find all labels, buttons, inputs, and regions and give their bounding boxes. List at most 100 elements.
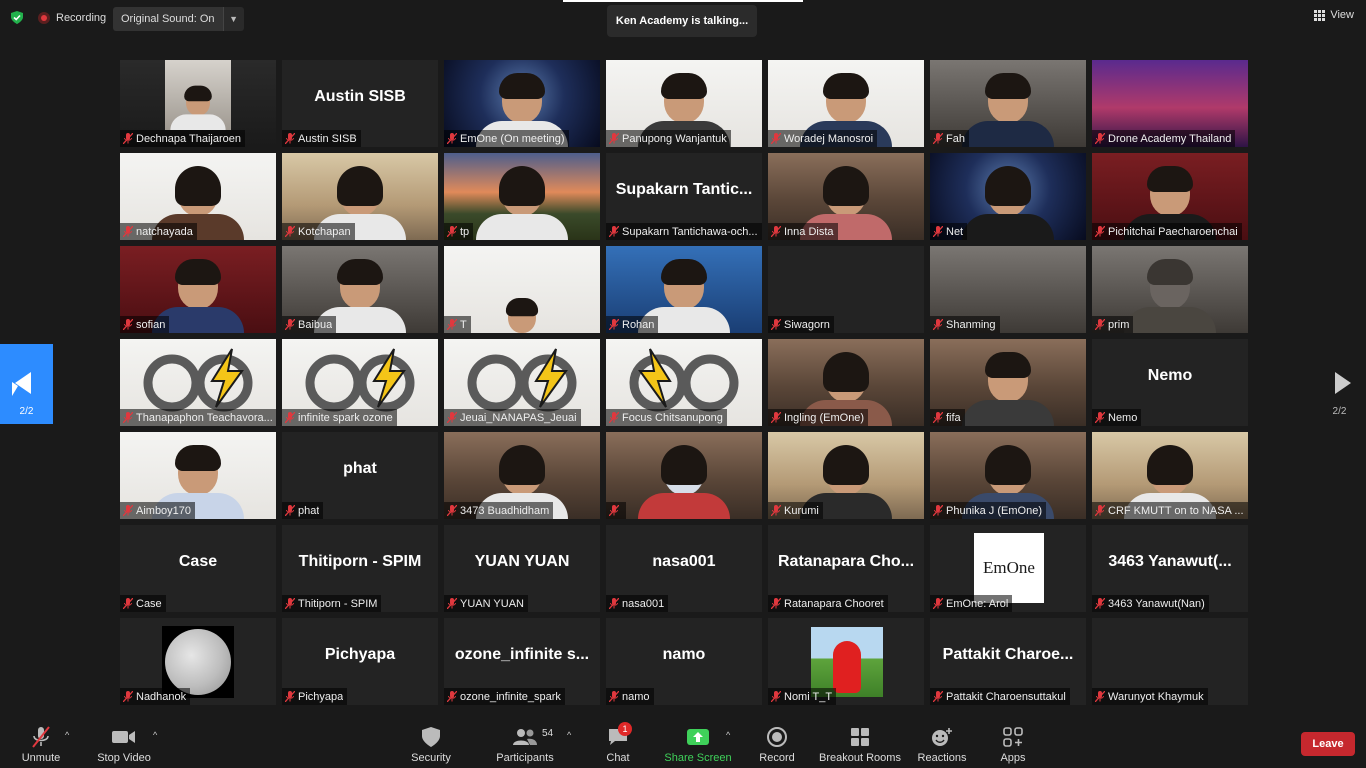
reactions-button[interactable]: Reactions — [918, 726, 966, 766]
participant-tile[interactable]: Net — [930, 153, 1086, 240]
participant-tile[interactable] — [606, 432, 762, 519]
active-speaker-banner: Ken Academy is talking... — [607, 5, 757, 37]
participant-tile[interactable]: T — [444, 246, 600, 333]
participant-tile[interactable]: Nomi T_T — [768, 618, 924, 705]
participant-tile[interactable]: Pichyapa Pichyapa — [282, 618, 438, 705]
share-options-caret-icon[interactable]: ^ — [726, 730, 730, 740]
previous-page-button[interactable]: 2/2 — [0, 344, 53, 424]
participant-tile[interactable]: Panupong Wanjantuk — [606, 60, 762, 147]
participant-tile[interactable]: CRF KMUTT on to NASA ... — [1092, 432, 1248, 519]
muted-mic-icon — [285, 319, 295, 330]
participant-tile[interactable]: Dechnapa Thaijaroen — [120, 60, 276, 147]
participant-tile[interactable]: 3473 Buadhidham — [444, 432, 600, 519]
original-sound-label[interactable]: Original Sound: On — [113, 7, 223, 31]
participant-name: tp — [460, 225, 470, 238]
leave-meeting-button[interactable]: Leave — [1301, 732, 1355, 756]
participant-tile[interactable]: Warunyot Khaymuk — [1092, 618, 1248, 705]
participant-tile[interactable]: Ratanapara Cho... Ratanapara Chooret — [768, 525, 924, 612]
participant-name: Aimboy170 — [136, 504, 192, 517]
participant-tile[interactable]: EmOne (On meeting) — [444, 60, 600, 147]
participant-tile[interactable]: Woradej Manosroi — [768, 60, 924, 147]
participant-tile[interactable]: Fah — [930, 60, 1086, 147]
stop-video-button[interactable]: Stop Video — [96, 726, 152, 766]
participant-name-bar: Focus Chitsanupong — [606, 409, 727, 426]
participant-tile[interactable]: Inna Dista — [768, 153, 924, 240]
muted-mic-icon — [933, 598, 943, 609]
participant-tile[interactable]: YUAN YUAN YUAN YUAN — [444, 525, 600, 612]
record-button[interactable]: Record — [759, 726, 795, 766]
participant-name-bar: Shanming — [930, 316, 1000, 333]
participant-tile[interactable]: EmOne EmOne: Arol — [930, 525, 1086, 612]
participant-tile[interactable]: nasa001 nasa001 — [606, 525, 762, 612]
participants-button[interactable]: 54 Participants — [496, 726, 554, 766]
participant-tile[interactable]: Thanapaphon Teachavora... — [120, 339, 276, 426]
muted-mic-icon — [447, 505, 457, 516]
participant-tile[interactable]: namo namo — [606, 618, 762, 705]
participant-tile[interactable]: ozone_infinite s... ozone_infinite_spark — [444, 618, 600, 705]
recording-indicator[interactable]: Recording — [38, 10, 106, 26]
chevron-down-icon[interactable]: ▼ — [222, 7, 244, 31]
participant-tile[interactable]: tp — [444, 153, 600, 240]
participant-tile[interactable]: Kotchapan — [282, 153, 438, 240]
participant-tile[interactable]: infinite spark ozone — [282, 339, 438, 426]
participant-display-name: ozone_infinite s... — [454, 646, 590, 663]
participant-tile[interactable]: prim — [1092, 246, 1248, 333]
muted-mic-icon — [123, 691, 133, 702]
apps-button[interactable]: Apps — [1000, 726, 1026, 766]
muted-mic-icon — [123, 319, 133, 330]
participant-tile[interactable]: Pichitchai Paecharoenchai — [1092, 153, 1248, 240]
participant-name: CRF KMUTT on to NASA ... — [1108, 504, 1244, 517]
participant-tile[interactable]: sofian — [120, 246, 276, 333]
muted-mic-icon — [1095, 598, 1105, 609]
breakout-rooms-button[interactable]: Breakout Rooms — [819, 726, 901, 766]
participant-tile[interactable]: Case Case — [120, 525, 276, 612]
muted-mic-icon — [123, 505, 133, 516]
participant-tile[interactable]: Thitiporn - SPIM Thitiporn - SPIM — [282, 525, 438, 612]
participant-tile[interactable]: Supakarn Tantic... Supakarn Tantichawa-oc… — [606, 153, 762, 240]
participant-name-bar: Panupong Wanjantuk — [606, 130, 731, 147]
participant-tile[interactable]: Phunika J (EmOne) — [930, 432, 1086, 519]
participant-tile[interactable]: Pattakit Charoe... Pattakit Charoensuttak… — [930, 618, 1086, 705]
participant-tile[interactable]: Austin SISB Austin SISB — [282, 60, 438, 147]
video-options-caret-icon[interactable]: ^ — [153, 730, 157, 740]
encryption-shield-icon[interactable] — [11, 11, 23, 24]
chat-notification-badge: 1 — [618, 722, 632, 736]
participant-tile[interactable]: Nadhanok — [120, 618, 276, 705]
chat-button[interactable]: 1 Chat — [606, 722, 632, 766]
participant-tile[interactable]: Rohan — [606, 246, 762, 333]
participant-tile[interactable]: Baibua — [282, 246, 438, 333]
participant-display-name: Case — [178, 553, 218, 570]
muted-mic-icon — [1095, 412, 1105, 423]
muted-microphone-icon — [32, 726, 50, 748]
next-page-button[interactable]: 2/2 — [1313, 344, 1366, 424]
participant-tile[interactable]: 3463 Yanawut(... 3463 Yanawut(Nan) — [1092, 525, 1248, 612]
participant-tile[interactable]: Aimboy170 — [120, 432, 276, 519]
muted-mic-icon — [933, 319, 943, 330]
participant-tile[interactable]: phat phat — [282, 432, 438, 519]
participant-name-bar: Woradej Manosroi — [768, 130, 878, 147]
muted-mic-icon — [609, 319, 619, 330]
recording-dot-icon — [38, 12, 50, 24]
grid-view-icon — [1314, 9, 1326, 21]
participant-tile[interactable]: Kurumi — [768, 432, 924, 519]
participant-tile[interactable]: Ingling (EmOne) — [768, 339, 924, 426]
unmute-button[interactable]: Unmute — [20, 726, 62, 766]
view-button[interactable]: View — [1314, 9, 1354, 21]
security-button[interactable]: Security — [410, 726, 452, 766]
participant-tile[interactable]: Shanming — [930, 246, 1086, 333]
participant-name-bar: 3473 Buadhidham — [444, 502, 554, 519]
original-sound-toggle[interactable]: Original Sound: On ▼ — [113, 7, 244, 31]
participant-tile[interactable]: Jeuai_NANAPAS_Jeuai — [444, 339, 600, 426]
participant-tile[interactable]: Nemo Nemo — [1092, 339, 1248, 426]
participant-tile[interactable]: fifa — [930, 339, 1086, 426]
participant-tile[interactable]: Drone Academy Thailand — [1092, 60, 1248, 147]
participant-name-bar: prim — [1092, 316, 1134, 333]
participant-tile[interactable]: Siwagorn — [768, 246, 924, 333]
participant-tile[interactable]: Focus Chitsanupong — [606, 339, 762, 426]
participant-tile[interactable]: natchayada — [120, 153, 276, 240]
share-screen-button[interactable]: Share Screen — [664, 726, 732, 766]
apps-label: Apps — [1000, 752, 1026, 764]
participants-caret-icon[interactable]: ^ — [567, 730, 571, 740]
muted-mic-icon — [447, 226, 457, 237]
audio-options-caret-icon[interactable]: ^ — [65, 730, 69, 740]
